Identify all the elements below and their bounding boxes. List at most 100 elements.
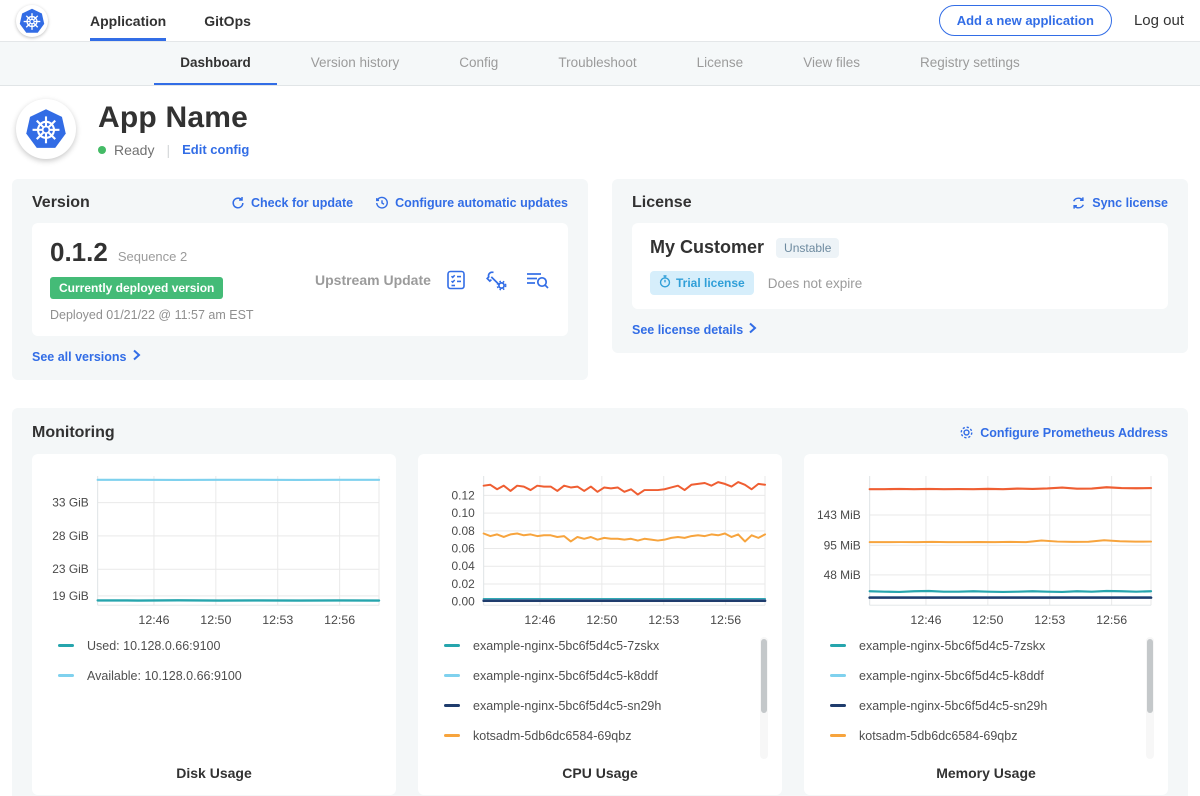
preflight-checks-icon[interactable] [444,268,468,292]
svg-text:12:53: 12:53 [262,613,293,627]
trial-license-badge: Trial license [650,271,754,295]
legend-item: example-nginx-5bc6f5d4c5-k8ddf [444,669,774,683]
legend-label: example-nginx-5bc6f5d4c5-k8ddf [473,669,658,683]
sync-arrows-icon [1071,196,1086,210]
disk-usage-chart-title: Disk Usage [40,765,388,781]
deployed-timestamp: Deployed 01/21/22 @ 11:57 am EST [50,308,315,322]
tab-view-files[interactable]: View files [777,42,886,85]
monitoring-title: Monitoring [32,424,115,442]
legend-item: example-nginx-5bc6f5d4c5-7zskx [444,639,774,653]
chevron-right-icon [132,349,141,364]
page-title: App Name [98,101,249,135]
tab-gitops[interactable]: GitOps [204,0,251,41]
legend-item: Available: 10.128.0.66:9100 [58,669,388,683]
disk-usage-chart[interactable]: 33 GiB28 GiB23 GiB19 GiB12:4612:5012:531… [40,466,388,635]
svg-text:12:56: 12:56 [324,613,355,627]
divider: | [166,142,170,158]
see-license-details-link[interactable]: See license details [632,322,757,337]
top-navbar: Application GitOps Add a new application… [0,0,1200,42]
memory-usage-chart-card: 143 MiB95 MiB48 MiB12:4612:5012:5312:56 … [804,454,1168,795]
current-version-card: 0.1.2 Sequence 2 Currently deployed vers… [32,223,568,336]
legend-color-dash-icon [444,734,460,737]
deploy-logs-icon[interactable] [524,268,550,292]
version-number: 0.1.2 [50,237,108,268]
legend-label: example-nginx-5bc6f5d4c5-7zskx [473,639,659,653]
clock-refresh-icon [375,196,389,210]
legend-color-dash-icon [58,644,74,647]
monitoring-panel: Monitoring Configure Prometheus Address … [12,408,1188,796]
disk-usage-chart-card: 33 GiB28 GiB23 GiB19 GiB12:4612:5012:531… [32,454,396,795]
svg-text:19 GiB: 19 GiB [52,588,88,602]
legend-item: kotsadm-5db6dc6584-69qbz [444,729,774,743]
memory-usage-chart-title: Memory Usage [812,765,1160,781]
cpu-usage-chart-title: CPU Usage [426,765,774,781]
check-for-update-link[interactable]: Check for update [231,196,353,210]
license-details-card: My Customer Unstable Trial license [632,223,1168,309]
legend-item: example-nginx-5bc6f5d4c5-sn29h [444,699,774,713]
deployed-status-badge: Currently deployed version [50,277,223,299]
svg-text:143 MiB: 143 MiB [817,508,861,522]
cpu-usage-chart-card: 0.120.100.080.060.040.020.0012:4612:5012… [418,454,782,795]
tab-version-history[interactable]: Version history [285,42,426,85]
sync-license-link[interactable]: Sync license [1071,196,1168,210]
ready-status-text: Ready [114,142,154,158]
tab-troubleshoot[interactable]: Troubleshoot [532,42,662,85]
legend-label: example-nginx-5bc6f5d4c5-7zskx [859,639,1045,653]
legend-color-dash-icon [830,674,846,677]
tab-dashboard[interactable]: Dashboard [154,42,277,85]
app-subnav: Dashboard Version history Config Trouble… [0,42,1200,86]
legend-scrollbar-thumb[interactable] [1147,639,1153,713]
legend-label: example-nginx-5bc6f5d4c5-k8ddf [859,669,1044,683]
check-for-update-label: Check for update [251,196,353,210]
legend-scrollbar-thumb[interactable] [761,639,767,713]
edit-config-gear-icon[interactable] [484,268,508,292]
disk-usage-legend: Used: 10.128.0.66:9100Available: 10.128.… [40,635,388,761]
add-application-button[interactable]: Add a new application [939,5,1112,36]
legend-label: kotsadm-5db6dc6584-69qbz [473,729,631,743]
legend-color-dash-icon [444,644,460,647]
cpu-usage-legend: example-nginx-5bc6f5d4c5-7zskx example-ng… [426,635,774,761]
tab-config[interactable]: Config [433,42,524,85]
channel-badge: Unstable [776,238,839,258]
legend-item: example-nginx-5bc6f5d4c5-7zskx [830,639,1160,653]
svg-text:0.00: 0.00 [452,594,476,608]
svg-text:12:56: 12:56 [1096,613,1127,627]
svg-text:0.06: 0.06 [452,541,476,555]
configure-prometheus-label: Configure Prometheus Address [980,426,1168,440]
ready-status-dot [98,146,106,154]
cpu-usage-chart[interactable]: 0.120.100.080.060.040.020.0012:4612:5012… [426,466,774,635]
app-logo-icon [16,99,76,159]
legend-color-dash-icon [830,734,846,737]
gear-icon [959,425,974,440]
svg-text:12:53: 12:53 [1034,613,1065,627]
memory-usage-chart[interactable]: 143 MiB95 MiB48 MiB12:4612:5012:5312:56 [812,466,1160,635]
legend-scrollbar[interactable] [760,637,768,759]
legend-color-dash-icon [830,704,846,707]
license-panel-title: License [632,194,692,212]
see-all-versions-link[interactable]: See all versions [32,349,141,364]
top-nav-tabs: Application GitOps [90,0,251,41]
edit-config-link[interactable]: Edit config [182,142,249,157]
legend-item: kotsadm-5db6dc6584-69qbz [830,729,1160,743]
logout-link[interactable]: Log out [1134,12,1184,29]
svg-text:95 MiB: 95 MiB [824,538,861,552]
legend-color-dash-icon [58,674,74,677]
kubernetes-logo-icon [16,5,48,37]
legend-label: kotsadm-5db6dc6584-69qbz [859,729,1017,743]
legend-scrollbar[interactable] [1146,637,1154,759]
legend-color-dash-icon [444,674,460,677]
tab-registry-settings[interactable]: Registry settings [894,42,1046,85]
svg-text:0.04: 0.04 [452,559,476,573]
configure-prometheus-link[interactable]: Configure Prometheus Address [959,425,1168,440]
legend-color-dash-icon [830,644,846,647]
see-all-versions-label: See all versions [32,350,127,364]
tab-application[interactable]: Application [90,0,166,41]
tab-license[interactable]: License [671,42,770,85]
svg-text:28 GiB: 28 GiB [52,528,88,542]
svg-text:12:50: 12:50 [200,613,231,627]
svg-text:12:50: 12:50 [972,613,1003,627]
configure-automatic-updates-link[interactable]: Configure automatic updates [375,196,568,210]
legend-label: example-nginx-5bc6f5d4c5-sn29h [859,699,1047,713]
svg-text:12:50: 12:50 [586,613,617,627]
memory-usage-legend: example-nginx-5bc6f5d4c5-7zskx example-ng… [812,635,1160,761]
